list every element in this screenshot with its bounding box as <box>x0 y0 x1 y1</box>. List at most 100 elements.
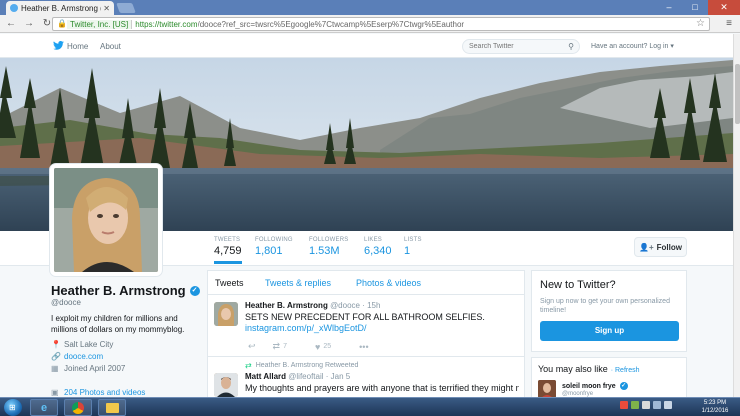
you-may-also-like-title: You may also like · Refresh <box>538 364 640 374</box>
tray-icon[interactable] <box>631 401 639 409</box>
taskbar-clock[interactable]: 5:23 PM 1/12/2016 <box>694 399 736 415</box>
url-path: /dooce?ref_src=twsrc%5Egoogle%7Ctwcamp%5… <box>197 19 465 29</box>
profile-website: 🔗 dooce.com <box>51 352 103 361</box>
stat-label: LISTS <box>404 237 422 243</box>
bookmark-star-icon[interactable]: ☆ <box>696 18 705 29</box>
new-tab-button[interactable] <box>116 3 136 13</box>
photos-link[interactable]: 204 Photos and videos <box>64 388 145 397</box>
back-icon[interactable]: ← <box>4 17 18 31</box>
stat-value: 4,759 <box>214 245 242 257</box>
search-input[interactable] <box>463 40 558 53</box>
scrollbar-thumb[interactable] <box>735 64 740 124</box>
reply-icon[interactable]: ↩ <box>248 341 259 352</box>
url-host: https://twitter.com <box>135 19 198 29</box>
location-text: Salt Lake City <box>64 340 114 349</box>
tweet-item[interactable]: Heather B. Armstrong @dooce · 15h SETS N… <box>208 296 524 354</box>
new-to-twitter-title: New to Twitter? <box>540 279 616 291</box>
taskbar-ie[interactable]: e <box>30 399 58 416</box>
twitter-favicon-icon <box>10 4 18 12</box>
like-action[interactable]: ♥ 25 <box>315 342 345 352</box>
tab-title: Heather B. Armstrong (@d... <box>21 3 101 13</box>
window-controls: – □ ✕ <box>656 0 740 15</box>
maximize-icon[interactable]: □ <box>682 0 708 15</box>
close-window-icon[interactable]: ✕ <box>708 0 740 15</box>
stat-likes[interactable]: LIKES 6,340 <box>364 237 392 257</box>
like-title-text: You may also like <box>538 364 608 374</box>
network-icon[interactable] <box>653 401 661 409</box>
add-user-icon: 👤+ <box>639 242 654 252</box>
website-link[interactable]: dooce.com <box>64 352 103 361</box>
stat-lists[interactable]: LISTS 1 <box>404 237 422 257</box>
refresh-link[interactable]: · Refresh <box>611 367 640 374</box>
minimize-icon[interactable]: – <box>656 0 682 15</box>
tweet-author[interactable]: Matt Allard @lifeoftail · Jan 5 <box>245 372 350 381</box>
start-button[interactable]: ⊞ <box>4 399 22 416</box>
tweet-avatar[interactable] <box>214 373 238 397</box>
stat-tweets[interactable]: TWEETS 4,759 <box>214 237 242 264</box>
tweet-actions: ↩ ⇄ 7 ♥ 25 ••• <box>248 341 386 352</box>
address-bar[interactable]: 🔒 Twitter, Inc. [US] https://twitter.com… <box>52 17 710 31</box>
chrome-menu-icon[interactable]: ≡ <box>726 18 732 29</box>
tray-icon[interactable] <box>620 401 628 409</box>
tab-photos-videos[interactable]: Photos & videos <box>356 278 421 288</box>
stat-label: LIKES <box>364 237 383 243</box>
link-icon: 🔗 <box>51 352 61 361</box>
search-icon[interactable]: ⚲ <box>568 42 574 51</box>
stat-following[interactable]: FOLLOWING 1,801 <box>255 237 293 257</box>
clock-time: 5:23 PM <box>703 400 727 406</box>
taskbar-explorer[interactable] <box>98 399 126 416</box>
browser-tab[interactable]: Heather B. Armstrong (@d... ✕ <box>6 1 114 15</box>
location-pin-icon: 📍 <box>51 340 61 349</box>
tweet-text: SETS NEW PRECEDENT FOR ALL BATHROOM SELF… <box>245 312 485 322</box>
tweet-handle-time: @dooce · 15h <box>330 301 381 310</box>
profile-name: Heather B. Armstrong ✓ <box>51 283 200 298</box>
retweet-count: 7 <box>283 343 287 350</box>
suggestion-avatar[interactable] <box>538 380 556 398</box>
page-scrollbar[interactable] <box>733 34 740 397</box>
nav-home-link[interactable]: Home <box>67 42 88 51</box>
tweet-author-name: Heather B. Armstrong <box>245 301 328 310</box>
tab-tweets[interactable]: Tweets <box>215 278 244 288</box>
retweeted-by: ⇄ Heather B. Armstrong Retweeted <box>245 361 358 370</box>
retweeted-by-text[interactable]: Heather B. Armstrong Retweeted <box>256 362 359 369</box>
clock-date: 1/12/2016 <box>701 408 729 414</box>
twitter-top-nav: Home About ⚲ Have an account? Log in ▾ <box>0 34 740 58</box>
follow-button[interactable]: 👤+ Follow <box>634 237 687 257</box>
stat-followers[interactable]: FOLLOWERS 1.53M <box>309 237 348 257</box>
profile-name-text: Heather B. Armstrong <box>51 283 186 298</box>
profile-handle[interactable]: @dooce <box>51 298 81 307</box>
follow-label: Follow <box>656 242 682 252</box>
taskbar-chrome[interactable] <box>64 399 92 416</box>
login-link[interactable]: Have an account? Log in ▾ <box>591 42 674 50</box>
tab-close-icon[interactable]: ✕ <box>103 4 110 13</box>
browser-tab-bar: Heather B. Armstrong (@d... ✕ – □ ✕ <box>0 0 740 15</box>
nav-about-link[interactable]: About <box>100 42 121 51</box>
profile-avatar[interactable] <box>50 164 162 276</box>
profile-bio: I exploit my children for millions and m… <box>51 314 185 334</box>
tweet-author[interactable]: Heather B. Armstrong @dooce · 15h <box>245 301 380 310</box>
tweet-text: My thoughts and prayers are with anyone … <box>245 383 519 393</box>
new-to-twitter-card: New to Twitter? Sign up now to get your … <box>531 270 687 352</box>
retweet-action[interactable]: ⇄ 7 <box>273 341 301 352</box>
volume-icon[interactable] <box>664 401 672 409</box>
suggestion-name[interactable]: soleil moon frye ✓ <box>562 382 628 390</box>
tweet-link[interactable]: instagram.com/p/_xWlbgEotD/ <box>245 323 367 333</box>
retweet-icon: ⇄ <box>272 341 281 351</box>
tweet-handle-time: @lifeoftail · Jan 5 <box>288 372 351 381</box>
twitter-bird-icon[interactable] <box>53 41 64 50</box>
windows-taskbar: ⊞ e 5:23 PM 1/12/2016 <box>0 397 740 416</box>
tab-tweets-replies[interactable]: Tweets & replies <box>265 278 331 288</box>
sign-up-button[interactable]: Sign up <box>540 321 679 341</box>
forward-icon[interactable]: → <box>22 17 36 31</box>
ev-certificate-badge[interactable]: Twitter, Inc. [US] <box>67 19 133 29</box>
stat-value: 1 <box>404 245 411 257</box>
tweet-avatar[interactable] <box>214 302 238 326</box>
windows-logo-icon: ⊞ <box>9 403 16 412</box>
search-box: ⚲ <box>462 39 580 54</box>
verified-badge-icon: ✓ <box>619 382 628 390</box>
joined-text: Joined April 2007 <box>64 364 126 373</box>
tray-icon[interactable] <box>642 401 650 409</box>
internet-explorer-icon: e <box>40 401 48 414</box>
more-icon[interactable]: ••• <box>359 342 371 352</box>
folder-icon <box>105 402 119 413</box>
